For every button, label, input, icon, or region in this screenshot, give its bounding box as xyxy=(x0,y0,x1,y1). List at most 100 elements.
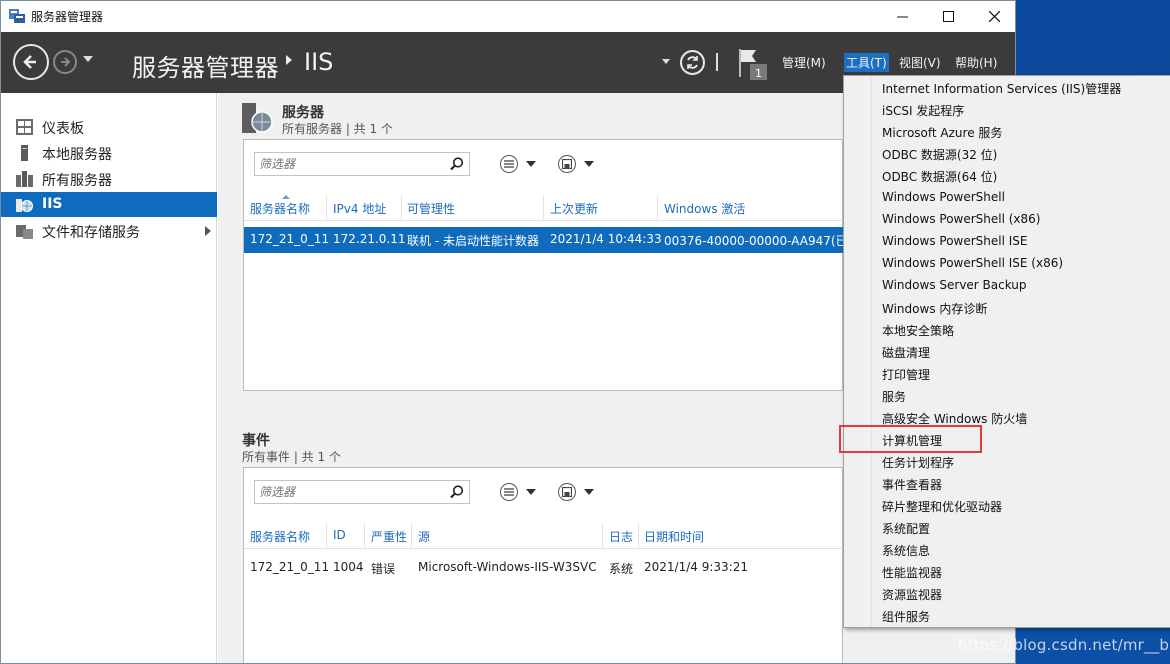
watermark: https://blog.csdn.net/mr__bai xyxy=(958,636,1170,654)
servers-save-query-button[interactable] xyxy=(558,153,598,175)
events-filter-input[interactable] xyxy=(255,481,441,503)
menu-item-performance-monitor[interactable]: 性能监视器 xyxy=(882,564,942,581)
back-button[interactable] xyxy=(13,44,49,80)
sidebar-item-file-storage[interactable]: 文件和存储服务 xyxy=(1,218,217,243)
cell-source: Microsoft-Windows-IIS-W3SVC xyxy=(418,560,597,574)
arrow-right-icon xyxy=(61,57,71,67)
column-header-windows-activation[interactable]: Windows 激活 xyxy=(664,200,745,217)
menu-icon-gutter xyxy=(844,76,872,627)
column-divider[interactable] xyxy=(638,523,639,549)
menu-item-defragment[interactable]: 碎片整理和优化驱动器 xyxy=(882,498,1002,515)
servers-section-icon xyxy=(242,103,273,133)
events-panel: 服务器名称 ID 严重性 源 日志 日期和时间 172_21_0_11 1004… xyxy=(243,467,844,663)
forward-button[interactable] xyxy=(53,50,77,74)
menu-item-powershell-x86[interactable]: Windows PowerShell (x86) xyxy=(882,212,1040,226)
maximize-icon xyxy=(942,11,954,22)
chevron-down-icon xyxy=(584,489,594,495)
menu-item-powershell-ise[interactable]: Windows PowerShell ISE xyxy=(882,234,1028,248)
menu-view[interactable]: 视图(V) xyxy=(899,54,941,71)
breadcrumb-dropdown-icon[interactable] xyxy=(662,59,670,64)
column-divider[interactable] xyxy=(657,195,658,221)
sidebar-item-label: 所有服务器 xyxy=(42,173,112,189)
column-divider[interactable] xyxy=(602,523,603,549)
notifications-flag-button[interactable]: 1 xyxy=(738,47,768,81)
events-save-query-button[interactable] xyxy=(558,481,598,503)
chevron-right-icon[interactable] xyxy=(205,226,211,236)
menu-item-disk-cleanup[interactable]: 磁盘清理 xyxy=(882,344,930,361)
column-divider[interactable] xyxy=(326,195,327,221)
column-divider[interactable] xyxy=(401,195,402,221)
breadcrumb-current: IIS xyxy=(304,48,334,76)
events-list-options-button[interactable] xyxy=(500,481,540,503)
servers-filter-input[interactable] xyxy=(255,153,441,175)
menu-item-server-backup[interactable]: Windows Server Backup xyxy=(882,278,1027,292)
history-dropdown-icon[interactable] xyxy=(83,56,93,62)
column-divider[interactable] xyxy=(364,523,365,549)
sidebar: 仪表板 本地服务器 所有服务器 IIS 文件和存储服务 xyxy=(1,93,217,663)
minimize-icon xyxy=(896,16,908,18)
column-divider[interactable] xyxy=(411,523,412,549)
window-title: 服务器管理器 xyxy=(31,10,104,24)
menu-item-powershell-ise-x86[interactable]: Windows PowerShell ISE (x86) xyxy=(882,256,1063,270)
column-divider[interactable] xyxy=(543,195,544,221)
menu-tools[interactable]: 工具(T) xyxy=(844,53,889,72)
events-filter-field[interactable] xyxy=(254,480,470,504)
sort-ascending-icon xyxy=(282,195,290,199)
sidebar-item-all-servers[interactable]: 所有服务器 xyxy=(1,166,217,191)
column-header-source[interactable]: 源 xyxy=(418,528,430,545)
column-header-manageability[interactable]: 可管理性 xyxy=(407,200,455,217)
servers-filter-field[interactable] xyxy=(254,152,470,176)
menu-item-powershell[interactable]: Windows PowerShell xyxy=(882,190,1005,204)
menu-item-component-services[interactable]: 组件服务 xyxy=(882,608,930,625)
menu-item-print-management[interactable]: 打印管理 xyxy=(882,366,930,383)
chevron-down-icon xyxy=(584,161,594,167)
close-button[interactable] xyxy=(971,1,1015,32)
menu-item-azure-services[interactable]: Microsoft Azure 服务 xyxy=(882,124,1002,141)
minimize-button[interactable] xyxy=(879,1,925,32)
column-header-ipv4[interactable]: IPv4 地址 xyxy=(333,200,386,217)
table-row[interactable]: 172_21_0_11 1004 错误 Microsoft-Windows-II… xyxy=(244,555,844,581)
servers-list-options-button[interactable] xyxy=(500,153,540,175)
menu-item-memory-diagnostic[interactable]: Windows 内存诊断 xyxy=(882,300,987,317)
menu-item-system-information[interactable]: 系统信息 xyxy=(882,542,930,559)
column-header-server-name[interactable]: 服务器名称 xyxy=(250,200,310,217)
sidebar-item-dashboard[interactable]: 仪表板 xyxy=(1,114,217,139)
all-servers-icon xyxy=(16,171,33,187)
column-header-id[interactable]: ID xyxy=(333,528,346,542)
header-divider xyxy=(716,53,718,71)
local-server-icon xyxy=(21,145,28,161)
search-icon[interactable] xyxy=(450,157,464,171)
menu-item-task-scheduler[interactable]: 任务计划程序 xyxy=(882,454,954,471)
chevron-down-icon xyxy=(526,161,536,167)
events-table-header: 服务器名称 ID 严重性 源 日志 日期和时间 xyxy=(244,523,844,549)
sidebar-item-label: 本地服务器 xyxy=(42,147,112,163)
cell-windows-activation: 00376-40000-00000-AA947(已激 xyxy=(664,234,860,248)
menu-item-system-configuration[interactable]: 系统配置 xyxy=(882,520,930,537)
menu-item-odbc-32[interactable]: ODBC 数据源(32 位) xyxy=(882,146,997,163)
column-header-severity[interactable]: 严重性 xyxy=(371,528,407,545)
column-header-server-name[interactable]: 服务器名称 xyxy=(250,528,310,545)
menu-item-local-security-policy[interactable]: 本地安全策略 xyxy=(882,322,954,339)
menu-help[interactable]: 帮助(H) xyxy=(955,54,997,71)
maximize-button[interactable] xyxy=(925,1,971,32)
menu-item-services[interactable]: 服务 xyxy=(882,388,906,405)
menu-manage[interactable]: 管理(M) xyxy=(782,54,826,71)
cell-manageability: 联机 - 未启动性能计数器 xyxy=(407,234,539,248)
menu-item-iis-manager[interactable]: Internet Information Services (IIS)管理器 xyxy=(882,80,1121,97)
column-divider[interactable] xyxy=(326,523,327,549)
column-header-last-update[interactable]: 上次更新 xyxy=(550,200,598,217)
menu-item-iscsi-initiator[interactable]: iSCSI 发起程序 xyxy=(882,102,964,119)
sidebar-item-local-server[interactable]: 本地服务器 xyxy=(1,140,217,165)
chevron-down-icon xyxy=(526,489,536,495)
column-header-log[interactable]: 日志 xyxy=(609,528,633,545)
refresh-button[interactable] xyxy=(680,50,705,75)
menu-item-odbc-64[interactable]: ODBC 数据源(64 位) xyxy=(882,168,997,185)
column-header-date-time[interactable]: 日期和时间 xyxy=(644,528,704,545)
notification-count: 1 xyxy=(755,67,762,80)
table-row[interactable]: 172_21_0_11 172.21.0.11 联机 - 未启动性能计数器 20… xyxy=(244,227,860,253)
search-icon[interactable] xyxy=(450,485,464,499)
menu-item-event-viewer[interactable]: 事件查看器 xyxy=(882,476,942,493)
menu-item-resource-monitor[interactable]: 资源监视器 xyxy=(882,586,942,603)
cell-ipv4: 172.21.0.11 xyxy=(333,232,406,246)
sidebar-item-iis[interactable]: IIS xyxy=(1,192,217,217)
